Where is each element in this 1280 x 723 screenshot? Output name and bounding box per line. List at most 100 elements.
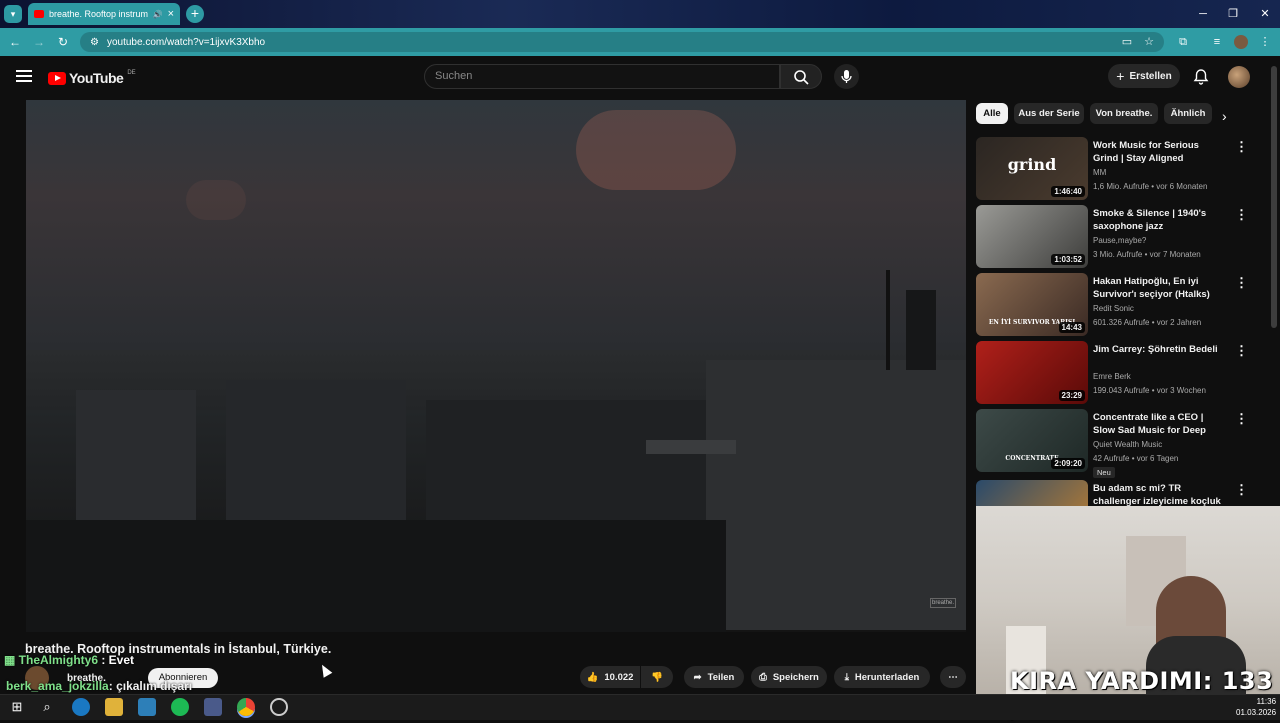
more-vertical-icon[interactable]: ⋮ [1235,275,1248,291]
chip-from-channel[interactable]: Von breathe. [1090,103,1158,124]
recommendation-meta: 3 Mio. Aufrufe • vor 7 Monaten [1093,250,1201,259]
chat-username: berk_ama_jokzilla [6,679,109,693]
recommendation-meta: 42 Aufrufe • vor 6 Tagen [1093,454,1179,463]
more-vertical-icon[interactable]: ⋮ [1235,207,1248,223]
menu-icon[interactable] [16,70,32,82]
recommendation-item[interactable]: CONCENTRATE 2:09:20 Concentrate like a CEO… [976,409,1266,478]
recommendation-item[interactable]: 23:29 Jim Carrey: Şöhretin Bedeli Emre Ber… [976,341,1266,405]
download-button[interactable]: ⤓ Herunterladen [834,666,930,688]
recommendation-item[interactable]: 1:03:52 Smoke & Silence | 1940's saxophon… [976,205,1266,269]
recommendation-title[interactable]: Jim Carrey: Şöhretin Bedeli [1093,343,1223,356]
edge-icon[interactable] [72,698,90,716]
page-scrollbar[interactable] [1271,66,1277,328]
extensions-icon[interactable]: ⧉ [1176,35,1190,49]
chip-all[interactable]: Alle [976,103,1008,124]
chat-badge-icon: ▦ [4,653,19,667]
video-duration: 14:43 [1058,322,1085,333]
more-vertical-icon[interactable]: ⋮ [1235,139,1248,155]
more-actions-button[interactable]: ⋯ [940,666,966,688]
youtube-logo[interactable]: YouTube DE [48,70,136,86]
reading-list-icon[interactable]: ≡ [1210,35,1224,49]
video-thumbnail[interactable]: grind 1:46:40 [976,137,1088,200]
profile-avatar[interactable] [1234,35,1248,49]
recommendation-title[interactable]: Smoke & Silence | 1940's saxophone jazz [1093,207,1223,233]
recommendation-title[interactable]: Hakan Hatipoğlu, En iyi Survivor'ı seçiy… [1093,275,1223,301]
channel-watermark[interactable]: breathe. [930,598,956,608]
spotify-icon[interactable] [171,698,189,716]
browser-tab[interactable]: breathe. Rooftop instrumentals 🔊 × [28,3,180,25]
close-window-icon[interactable]: ✕ [1250,4,1280,24]
video-thumbnail[interactable]: CONCENTRATE 2:09:20 [976,409,1088,472]
video-thumbnail[interactable]: 1:03:52 [976,205,1088,268]
search-icon [794,70,809,85]
back-icon[interactable]: ← [8,35,22,49]
chat-text: : Evet [98,653,135,667]
start-windows-icon[interactable]: ⊞ [8,698,26,716]
more-vertical-icon[interactable]: ⋮ [1235,411,1248,427]
recommendation-channel[interactable]: MM [1093,168,1106,177]
recommendation-item[interactable]: grind 1:46:40 Work Music for Serious Grind… [976,137,1266,201]
logo-region: DE [127,70,136,76]
address-bar[interactable]: ⚙ youtube.com/watch?v=1ijxvK3Xbho [80,32,1164,52]
windows-taskbar [0,694,1280,720]
recommendation-meta: 1,6 Mio. Aufrufe • vor 6 Monaten [1093,182,1208,191]
minimize-icon[interactable]: ─ [1188,4,1218,24]
search-input[interactable]: Suchen [424,64,780,89]
bookmark-icon: ⎙ [759,671,767,683]
like-button[interactable]: 👍 10.022 [580,666,640,688]
recommendation-channel[interactable]: Emre Berk [1093,372,1131,381]
store-icon[interactable] [138,698,156,716]
bookmark-star-icon[interactable]: ☆ [1142,35,1156,49]
chrome-icon[interactable] [237,698,255,716]
maximize-icon[interactable]: ❐ [1218,4,1248,24]
clock-date: 01.03.2026 [1236,708,1277,717]
save-label: Speichern [772,671,819,683]
file-explorer-icon[interactable] [105,698,123,716]
mouse-cursor-icon [317,662,333,678]
chevron-right-icon[interactable]: › [1222,108,1227,124]
tab-search-icon[interactable]: ▾ [4,5,22,23]
recommendation-item[interactable]: EN İYİ SURVIVOR YARIŞI 14:43 Hakan Hatipoğ… [976,273,1266,337]
speaker-icon[interactable]: 🔊 [153,10,163,19]
voice-search-button[interactable] [834,64,859,89]
recommendation-title[interactable]: Work Music for Serious Grind | Stay Alig… [1093,139,1223,165]
cast-icon[interactable]: ▭ [1120,35,1134,49]
browser-menu-icon[interactable]: ⋮ [1258,35,1272,49]
more-vertical-icon[interactable]: ⋮ [1235,482,1248,498]
more-vertical-icon[interactable]: ⋮ [1235,343,1248,359]
notifications-bell-icon[interactable] [1192,68,1210,86]
reload-icon[interactable]: ↻ [56,35,70,49]
video-thumbnail[interactable]: 23:29 [976,341,1088,404]
new-tab-button[interactable]: + [186,5,204,23]
recommendation-title[interactable]: Concentrate like a CEO | Slow Sad Music … [1093,411,1223,438]
recommendation-channel[interactable]: Pause,maybe? [1093,236,1146,245]
share-button[interactable]: ➦ Teilen [684,666,744,688]
mic-icon [841,70,852,83]
recommendation-item[interactable]: CHATBu adam sc mi? TR challenger izleyic… [976,480,1266,506]
recommendation-title[interactable]: Bu adam sc mi? TR challenger izleyicime … [1093,482,1223,506]
recommendation-channel[interactable]: Quiet Wealth Music [1093,440,1162,449]
close-tab-icon[interactable]: × [168,8,174,20]
recommendation-meta: 199.043 Aufrufe • vor 3 Wochen [1093,386,1206,395]
video-thumbnail[interactable]: CHAT [976,480,1088,506]
obs-icon[interactable] [270,698,288,716]
video-player[interactable] [26,100,966,632]
account-avatar[interactable] [1228,66,1250,88]
site-info-icon[interactable]: ⚙ [90,37,99,48]
search-taskbar-icon[interactable]: ⌕ [38,698,56,716]
new-badge: Neu [1093,467,1115,478]
chip-series[interactable]: Aus der Serie [1014,103,1084,124]
video-thumbnail[interactable]: EN İYİ SURVIVOR YARIŞI 14:43 [976,273,1088,336]
forward-icon[interactable]: → [32,35,46,49]
chat-message: ▦ TheAlmighty6 : Evet [4,653,134,667]
save-button[interactable]: ⎙ Speichern [751,666,827,688]
chip-similar[interactable]: Ähnlich [1164,103,1212,124]
chat-text: : çıkalım dışarı [108,679,193,693]
recommendation-channel[interactable]: Redit Sonic [1093,304,1134,313]
download-icon: ⤓ [844,671,849,683]
calculator-icon[interactable] [204,698,222,716]
search-button[interactable] [780,64,822,89]
system-clock[interactable]: 11:36 01.03.2026 [1236,696,1276,718]
dislike-button[interactable]: 👎 [641,666,673,688]
create-button[interactable]: + Erstellen [1108,64,1180,88]
